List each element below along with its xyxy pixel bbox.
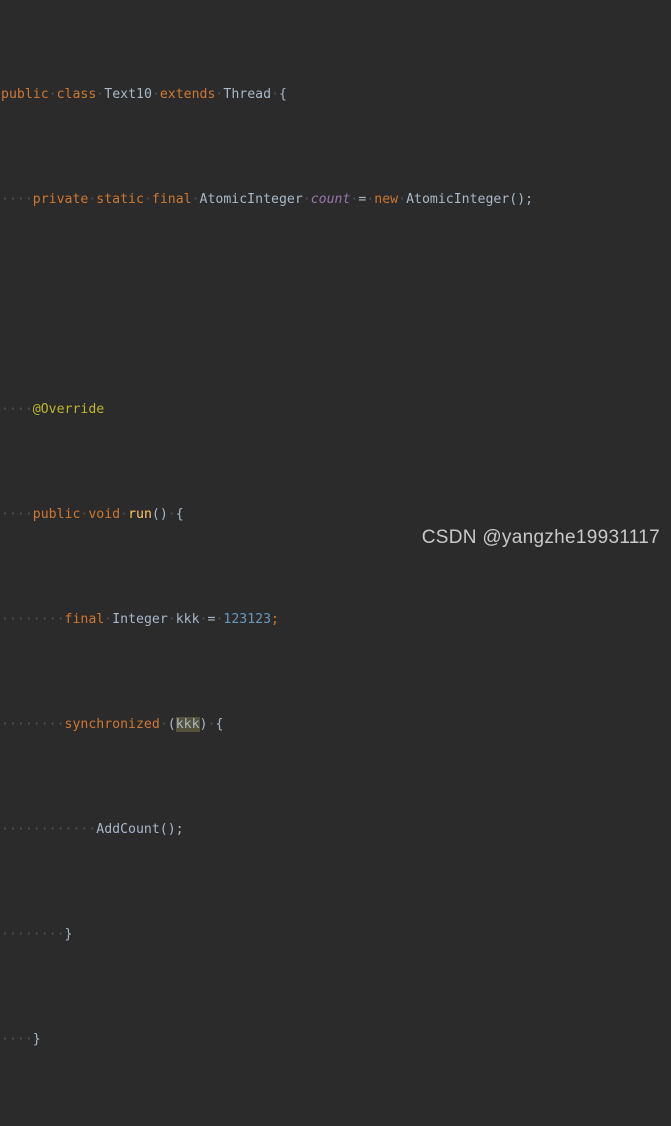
- code-line: ····private·static·final·AtomicInteger·c…: [0, 189, 671, 210]
- token-type: Integer: [112, 612, 168, 627]
- token-keyword: private: [32, 192, 89, 207]
- token-keyword: void: [88, 507, 121, 522]
- indent-dot: ·: [398, 192, 407, 207]
- indent-dot: ·: [215, 612, 224, 627]
- indent-dots: ········: [1, 612, 65, 627]
- indent-dot: ·: [271, 87, 279, 102]
- token-brace: {: [175, 507, 184, 522]
- indent-dots: ····: [1, 402, 33, 417]
- token-semicolon: ;: [271, 612, 279, 627]
- code-line: ····}: [0, 1029, 671, 1050]
- token-keyword: synchronized: [64, 717, 160, 732]
- token-keyword: public: [1, 87, 49, 102]
- token-keyword: static: [96, 192, 144, 207]
- indent-dots: ····: [1, 192, 33, 207]
- token-keyword: new: [374, 192, 399, 207]
- token-brace: }: [64, 927, 73, 942]
- indent-dot: ·: [191, 192, 200, 207]
- code-line: public·class·Text10·extends·Thread·{: [0, 84, 671, 105]
- token-number: 123123: [223, 612, 272, 627]
- code-line: ········final·Integer·kkk·=·123123;: [0, 609, 671, 630]
- token-class-name: Text10: [104, 87, 152, 102]
- indent-dot: ·: [120, 507, 129, 522]
- indent-dot: ·: [143, 192, 152, 207]
- indent-dot: ·: [199, 612, 208, 627]
- token-keyword: final: [151, 192, 192, 207]
- indent-dots: ············: [1, 822, 97, 837]
- code-line: ············AddCount();: [0, 819, 671, 840]
- token-brace: {: [278, 87, 287, 102]
- csdn-watermark: CSDN @yangzhe19931117: [421, 527, 660, 548]
- indent-dot: ·: [48, 87, 57, 102]
- token-keyword: public: [32, 507, 81, 522]
- code-line: ········synchronized·(kkk)·{: [0, 714, 671, 735]
- token-type: Thread: [223, 87, 272, 102]
- indent-dots: ········: [1, 717, 65, 732]
- indent-dots: ····: [1, 1032, 33, 1047]
- token-variable: kkk: [175, 612, 200, 627]
- token-paren: ): [199, 717, 208, 732]
- token-keyword: extends: [159, 87, 216, 102]
- indent-dot: ·: [167, 507, 176, 522]
- token-method-call: AddCount();: [96, 822, 184, 837]
- code-line: ········}: [0, 924, 671, 945]
- token-type: AtomicInteger();: [406, 192, 534, 207]
- token-paren: (): [151, 507, 168, 522]
- token-method-decl: run: [128, 507, 152, 522]
- token-brace: }: [32, 1032, 41, 1047]
- indent-dot: ·: [151, 87, 160, 102]
- indent-dots: ········: [1, 927, 65, 942]
- token-type: AtomicInteger: [199, 192, 303, 207]
- token-operator: =: [207, 612, 216, 627]
- code-content[interactable]: public·class·Text10·extends·Thread·{ ···…: [0, 0, 671, 1126]
- token-paren: (: [167, 717, 176, 732]
- token-field: count: [310, 192, 351, 207]
- indent-dots: ····: [1, 507, 33, 522]
- code-line: ····@Override: [0, 399, 671, 420]
- indent-dot: ·: [207, 717, 216, 732]
- token-highlighted-identifier: kkk: [175, 717, 200, 732]
- indent-dot: ·: [167, 612, 176, 627]
- token-keyword: final: [64, 612, 105, 627]
- token-annotation: @Override: [32, 402, 105, 417]
- indent-dot: ·: [302, 192, 311, 207]
- code-line: ····public·void·run()·{: [0, 504, 671, 525]
- code-editor[interactable]: public·class·Text10·extends·Thread·{ ···…: [0, 0, 671, 1047]
- indent-dot: ·: [159, 717, 168, 732]
- token-keyword: class: [56, 87, 97, 102]
- indent-dot: ·: [104, 612, 113, 627]
- token-brace: {: [215, 717, 224, 732]
